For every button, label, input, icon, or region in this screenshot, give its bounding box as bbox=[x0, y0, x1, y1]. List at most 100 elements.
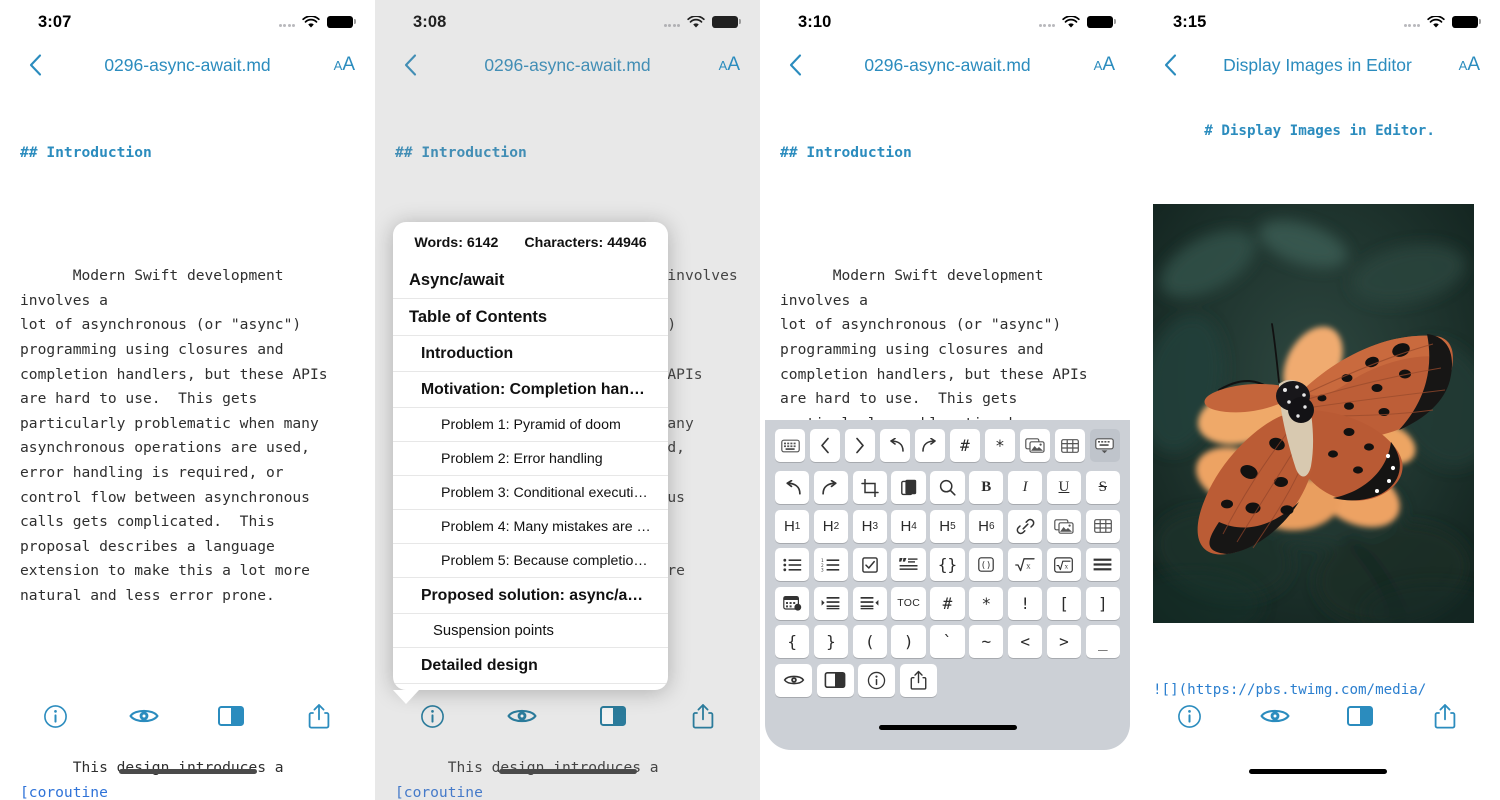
heading-3-key[interactable]: H3 bbox=[852, 509, 887, 543]
text-size-button[interactable]: AA bbox=[719, 54, 740, 76]
blockquote-key[interactable] bbox=[891, 548, 926, 581]
table-key-top[interactable] bbox=[1054, 429, 1086, 462]
share-button[interactable] bbox=[302, 699, 336, 733]
underscore-key[interactable]: _ bbox=[1085, 625, 1120, 658]
strikethrough-key[interactable]: S bbox=[1085, 471, 1120, 504]
back-button[interactable] bbox=[1157, 52, 1183, 78]
backtick-key[interactable]: ` bbox=[930, 625, 965, 658]
asterisk-key-top[interactable]: * bbox=[984, 429, 1016, 462]
back-button[interactable] bbox=[22, 52, 48, 78]
math-key[interactable]: x bbox=[1007, 548, 1043, 581]
paren-close-key[interactable]: ) bbox=[891, 625, 926, 658]
info-button[interactable] bbox=[415, 699, 449, 733]
italic-key[interactable]: I bbox=[1007, 471, 1043, 504]
bold-key[interactable]: B bbox=[969, 471, 1004, 504]
split-view-button[interactable] bbox=[214, 699, 248, 733]
image-key[interactable] bbox=[1046, 509, 1082, 543]
split-view-key[interactable] bbox=[816, 663, 854, 697]
photos-key-top[interactable] bbox=[1019, 429, 1051, 462]
page-title: 0296-async-await.md bbox=[104, 54, 271, 75]
butterfly-photo-graphic bbox=[1153, 204, 1474, 623]
character-count: Characters: 44946 bbox=[524, 235, 647, 251]
svg-text:3: 3 bbox=[821, 567, 824, 572]
hash-key[interactable]: # bbox=[930, 586, 965, 620]
split-view-button[interactable] bbox=[596, 699, 630, 733]
tilde-key[interactable]: ~ bbox=[969, 625, 1004, 658]
heading-4-key[interactable]: H4 bbox=[891, 509, 926, 543]
checkbox-key[interactable] bbox=[852, 548, 887, 581]
toc-item-asynchronous-functions[interactable]: Asynchronous functions bbox=[393, 683, 668, 690]
split-view-button[interactable] bbox=[1343, 699, 1377, 733]
paste-key[interactable] bbox=[891, 471, 926, 504]
preview-button[interactable] bbox=[127, 699, 161, 733]
markdown-link[interactable]: [coroutine model](https://en.wikipedia.o… bbox=[20, 784, 345, 800]
chevron-left-icon bbox=[821, 437, 830, 454]
keyboard-icon-key[interactable] bbox=[775, 429, 806, 462]
exclamation-key[interactable]: ! bbox=[1007, 586, 1043, 620]
bullet-list-key[interactable] bbox=[775, 548, 810, 581]
toc-item-motivation[interactable]: Motivation: Completion handlers... bbox=[393, 371, 668, 407]
heading-1-key[interactable]: H1 bbox=[775, 509, 810, 543]
toc-item-problem-4[interactable]: Problem 4: Many mistakes are eas... bbox=[393, 509, 668, 543]
info-button[interactable] bbox=[1173, 699, 1207, 733]
indent-key[interactable] bbox=[813, 586, 849, 620]
bracket-close-key[interactable]: ] bbox=[1085, 586, 1120, 620]
math-block-key[interactable]: x bbox=[1046, 548, 1082, 581]
paren-open-key[interactable]: ( bbox=[852, 625, 887, 658]
eye-key[interactable] bbox=[775, 663, 812, 697]
brace-close-key[interactable]: } bbox=[813, 625, 849, 658]
preview-button[interactable] bbox=[1258, 699, 1292, 733]
toc-item-suspension-points[interactable]: Suspension points bbox=[393, 613, 668, 647]
toc-item-detailed-design[interactable]: Detailed design bbox=[393, 647, 668, 683]
table-key[interactable] bbox=[1085, 509, 1120, 543]
toc-item-problem-2[interactable]: Problem 2: Error handling bbox=[393, 441, 668, 475]
undo-key[interactable] bbox=[775, 471, 810, 504]
toc-item-problem-5[interactable]: Problem 5: Because completion ha... bbox=[393, 543, 668, 577]
less-than-key[interactable]: < bbox=[1007, 625, 1043, 658]
heading-2-key[interactable]: H2 bbox=[813, 509, 849, 543]
toc-item-introduction[interactable]: Introduction bbox=[393, 335, 668, 371]
panel-3: 3:10 0296-async-await.md AA ## Introduct… bbox=[760, 0, 1135, 800]
heading-5-key[interactable]: H5 bbox=[930, 509, 965, 543]
bracket-open-key[interactable]: [ bbox=[1046, 586, 1082, 620]
search-key[interactable] bbox=[930, 471, 965, 504]
hash-key-top[interactable]: # bbox=[949, 429, 981, 462]
share-key[interactable] bbox=[899, 663, 937, 697]
redo-key-top[interactable] bbox=[914, 429, 946, 462]
preview-button[interactable] bbox=[505, 699, 539, 733]
asterisk-key[interactable]: * bbox=[969, 586, 1004, 620]
info-key[interactable] bbox=[858, 663, 895, 697]
link-key[interactable] bbox=[1007, 509, 1043, 543]
back-button[interactable] bbox=[397, 52, 423, 78]
share-button[interactable] bbox=[686, 699, 720, 733]
cursor-left-key[interactable] bbox=[809, 429, 841, 462]
toc-item-proposed-solution[interactable]: Proposed solution: async/await bbox=[393, 577, 668, 613]
battery-icon bbox=[327, 15, 357, 29]
redo-key[interactable] bbox=[813, 471, 849, 504]
greater-than-key[interactable]: > bbox=[1046, 625, 1082, 658]
horizontal-rule-key[interactable] bbox=[1085, 548, 1120, 581]
share-button[interactable] bbox=[1428, 699, 1462, 733]
outdent-key[interactable] bbox=[852, 586, 887, 620]
toc-item-problem-3[interactable]: Problem 3: Conditional execution i... bbox=[393, 475, 668, 509]
numbered-list-key[interactable]: 123 bbox=[813, 548, 849, 581]
text-size-button[interactable]: AA bbox=[1094, 54, 1115, 76]
hide-keyboard-key[interactable] bbox=[1089, 429, 1121, 462]
undo-key-top[interactable] bbox=[879, 429, 911, 462]
code-block-key[interactable]: {} bbox=[930, 548, 965, 581]
underline-key[interactable]: U bbox=[1046, 471, 1082, 504]
date-key[interactable] bbox=[775, 586, 810, 620]
info-button[interactable] bbox=[39, 699, 73, 733]
status-bar: 3:10 bbox=[760, 0, 1135, 44]
cursor-right-key[interactable] bbox=[844, 429, 876, 462]
heading-6-key[interactable]: H6 bbox=[969, 509, 1004, 543]
text-size-button[interactable]: AA bbox=[334, 54, 355, 76]
inline-code-key[interactable]: () bbox=[969, 548, 1004, 581]
crop-key[interactable] bbox=[852, 471, 887, 504]
markdown-link[interactable]: [coroutine model](https://en.wikipedia.o… bbox=[395, 784, 720, 800]
brace-open-key[interactable]: { bbox=[775, 625, 810, 658]
toc-key[interactable]: TOC bbox=[891, 586, 926, 620]
back-button[interactable] bbox=[782, 52, 808, 78]
text-size-button[interactable]: AA bbox=[1459, 54, 1480, 76]
toc-item-problem-1[interactable]: Problem 1: Pyramid of doom bbox=[393, 407, 668, 441]
